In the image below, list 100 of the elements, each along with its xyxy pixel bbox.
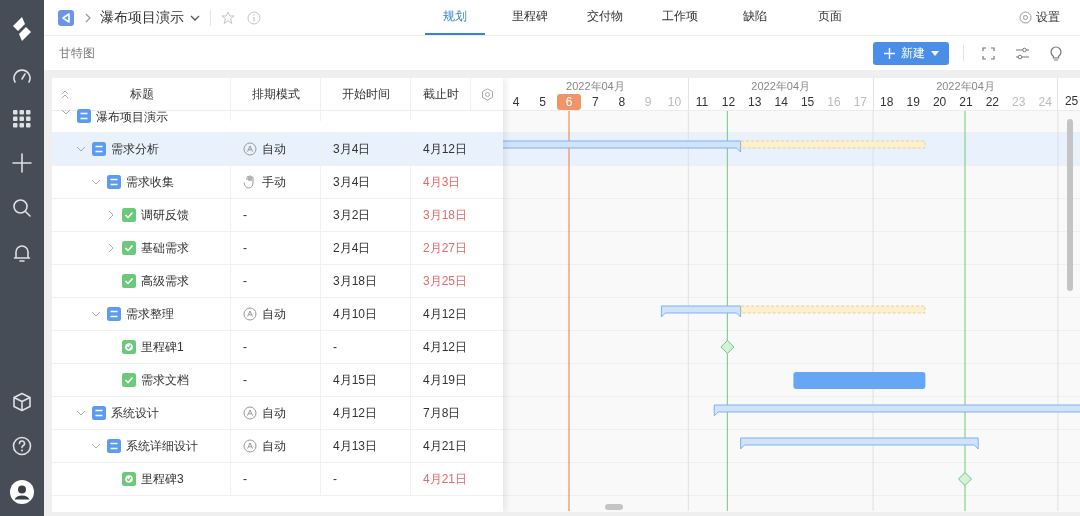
row-title: 需求文档 (141, 371, 189, 389)
chevron-right-icon[interactable] (107, 210, 115, 220)
chevron-down-icon[interactable] (76, 409, 86, 417)
mode-text: 手动 (262, 173, 286, 191)
table-cell: 4月10日 (333, 305, 378, 323)
row-title: 需求收集 (126, 173, 174, 191)
settings-link[interactable]: 设置 (1013, 0, 1080, 35)
scrollbar[interactable] (1067, 119, 1073, 291)
settings-icon[interactable] (480, 87, 494, 101)
lightbulb-icon[interactable] (1050, 45, 1062, 61)
search-icon[interactable] (12, 198, 32, 218)
chevron-down-icon[interactable] (91, 310, 101, 318)
table-cell: 4月21日 (423, 470, 468, 488)
caret-down-icon (930, 50, 939, 56)
chevron-down-icon[interactable] (76, 145, 86, 153)
month-label: 2022年04月 (936, 80, 995, 92)
chevron-down-icon[interactable] (61, 109, 71, 116)
day-label: 14 (773, 93, 789, 110)
plus-icon[interactable] (12, 153, 32, 173)
settings-icon (1019, 11, 1032, 24)
row-title: 里程碑1 (141, 338, 184, 356)
list-icon (77, 109, 91, 123)
table-cell: 3月25日 (423, 272, 468, 290)
project-icon[interactable] (58, 9, 74, 26)
day-label: 17 (852, 93, 868, 110)
milestone-icon (122, 340, 136, 354)
summary-bar[interactable] (660, 305, 742, 318)
info-icon[interactable] (247, 10, 261, 25)
list-icon (92, 406, 106, 420)
list-icon (107, 439, 121, 453)
auto-mode-icon (243, 307, 257, 321)
table-cell: 3月4日 (333, 173, 371, 191)
table-row[interactable]: 系统详细设计 自动 4月13日 4月21日 (52, 430, 503, 463)
tab[interactable]: 页面 (800, 0, 860, 35)
table-cell: 4月12日 (333, 404, 378, 422)
day-label: 5 (538, 93, 547, 110)
star-icon[interactable] (221, 10, 235, 25)
milestone-diamond[interactable] (958, 472, 972, 486)
chevron-down-icon[interactable] (91, 178, 101, 186)
table-row[interactable]: 里程碑1 - - 4月12日 (52, 331, 503, 364)
mode-text: 自动 (262, 437, 286, 455)
table-row[interactable]: 基础需求 - 2月4日 2月27日 (52, 232, 503, 265)
day-label: 16 (826, 93, 842, 110)
sliders-icon[interactable] (1015, 46, 1030, 60)
dashboard-icon[interactable] (12, 67, 32, 85)
summary-bar[interactable] (503, 140, 742, 153)
day-label: 21 (958, 93, 974, 110)
table-cell: 4月19日 (423, 371, 468, 389)
bell-icon[interactable] (13, 243, 31, 263)
chevron-right-icon (84, 12, 92, 23)
table-cell: 3月2日 (333, 206, 371, 224)
tab[interactable]: 交付物 (575, 0, 635, 35)
table-row[interactable]: 高级需求 - 3月18日 3月25日 (52, 265, 503, 298)
table-cell: 4月21日 (423, 437, 468, 455)
tab[interactable]: 工作项 (650, 0, 710, 35)
mode-text: 自动 (262, 305, 286, 323)
fullscreen-icon[interactable] (982, 46, 995, 60)
summary-bar[interactable] (713, 404, 1080, 417)
chevron-right-icon[interactable] (107, 243, 115, 253)
table-row[interactable]: 系统设计 自动 4月12日 7月8日 (52, 397, 503, 430)
table-cell: 3月18日 (333, 272, 378, 290)
grid-icon[interactable] (13, 110, 31, 128)
scrollbar[interactable] (605, 504, 623, 510)
caret-down-icon[interactable] (190, 13, 200, 22)
tab[interactable]: 缺陷 (725, 0, 785, 35)
table-cell: 2月27日 (423, 239, 468, 257)
checkbox-icon (122, 241, 136, 255)
tab[interactable]: 里程碑 (500, 0, 560, 35)
column-header: 开始时间 (341, 85, 390, 103)
collapse-all-icon[interactable] (60, 89, 70, 99)
summary-bar[interactable] (740, 437, 979, 450)
table-cell: 4月12日 (423, 338, 468, 356)
help-icon[interactable] (12, 436, 32, 456)
table-row[interactable]: 需求分析 自动 3月4日 4月12日 (52, 133, 503, 166)
project-title[interactable]: 瀑布项目演示 (100, 8, 184, 27)
table-row[interactable]: 调研反馈 - 3月2日 3月18日 (52, 199, 503, 232)
row-title: 需求整理 (126, 305, 174, 323)
milestone-diamond[interactable] (720, 340, 735, 354)
checkbox-icon (122, 373, 136, 387)
checkbox-icon (122, 274, 136, 288)
row-title: 里程碑3 (141, 470, 184, 488)
today-badge: 6 (556, 93, 581, 110)
table-row[interactable]: 需求收集 手动 3月4日 4月3日 (52, 166, 503, 199)
table-cell: 4月12日 (423, 305, 468, 323)
table-row[interactable]: 里程碑3 - - 4月21日 (52, 463, 503, 496)
table-row[interactable]: 需求整理 自动 4月10日 4月12日 (52, 298, 503, 331)
list-icon (107, 175, 121, 189)
plus-icon (883, 47, 895, 59)
table-row[interactable]: 需求文档 - 4月15日 4月19日 (52, 364, 503, 397)
avatar-icon[interactable] (10, 480, 34, 504)
column-header: 截止时 (422, 85, 459, 103)
chevron-down-icon[interactable] (91, 442, 101, 450)
day-label: 25 (1063, 93, 1080, 110)
mode-text: - (243, 373, 247, 387)
cube-icon[interactable] (12, 392, 32, 412)
table-cell: 3月4日 (333, 140, 371, 158)
day-label: 19 (905, 93, 921, 110)
day-label: 18 (879, 93, 895, 110)
row-title: 调研反馈 (141, 206, 189, 224)
logo-icon[interactable] (11, 16, 33, 42)
